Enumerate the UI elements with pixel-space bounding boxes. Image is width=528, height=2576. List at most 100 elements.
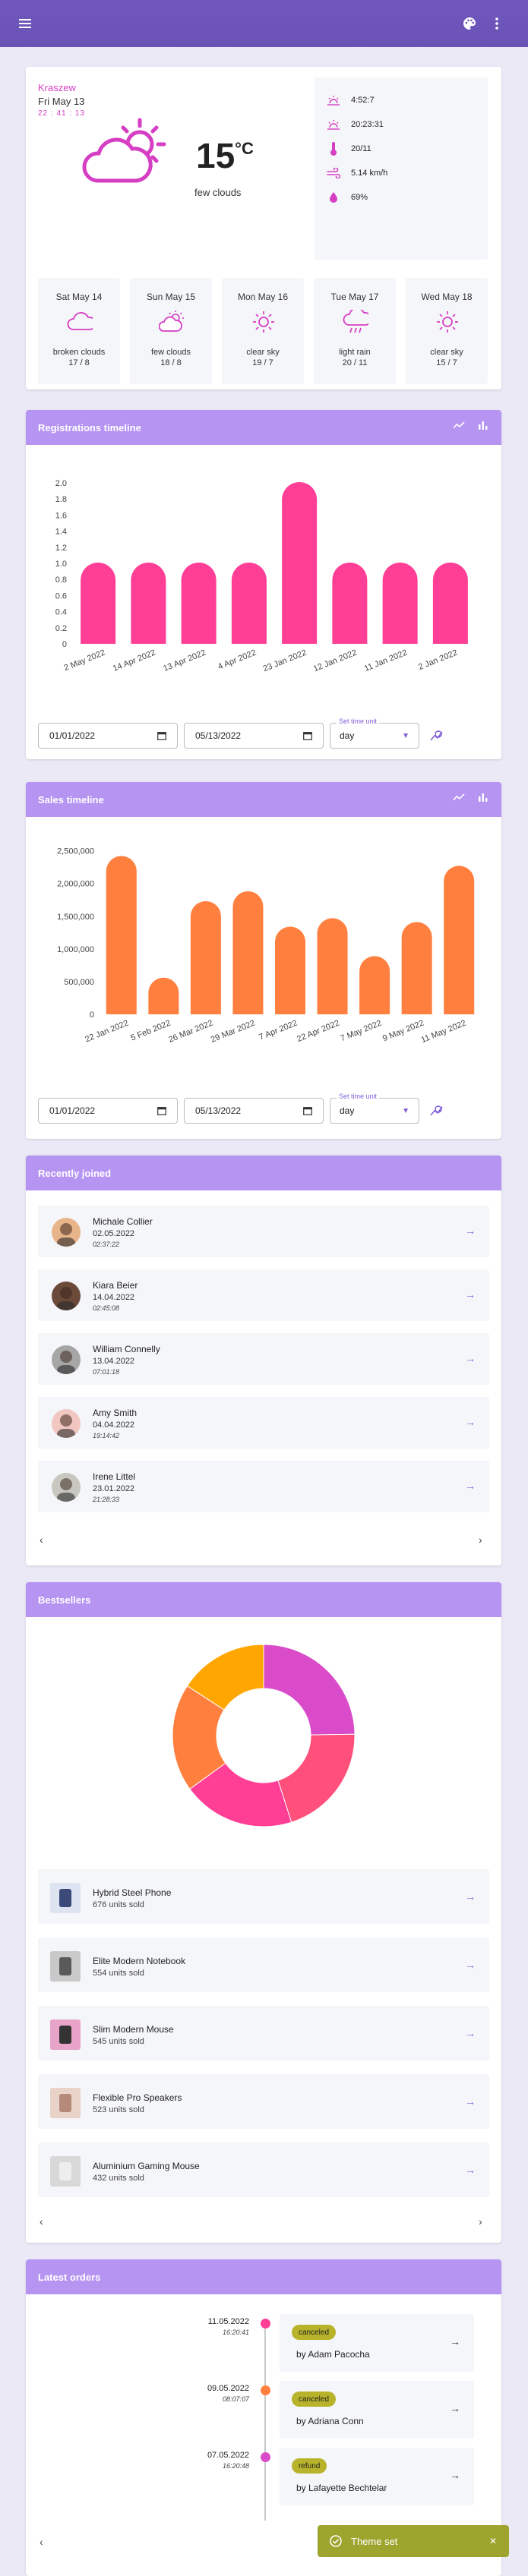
calendar-icon (157, 732, 166, 740)
sales-bar[interactable] (401, 922, 432, 1014)
sales-bar[interactable] (275, 926, 305, 1014)
prev-page-button[interactable]: ‹ (40, 1534, 43, 1546)
latest-orders-title: Latest orders (38, 2271, 101, 2283)
sales-bar[interactable] (148, 977, 179, 1014)
prev-page-button[interactable]: ‹ (40, 2536, 43, 2548)
user-join-date: 14.04.2022 (93, 1293, 135, 1302)
sales-bar[interactable] (359, 956, 390, 1014)
close-icon[interactable]: ✕ (489, 2536, 497, 2546)
product-list-item[interactable]: Hybrid Steel Phone 676 units sold → (38, 1869, 489, 1924)
sales-date-from[interactable]: 01/01/2022 (38, 1098, 178, 1124)
arrow-right-icon[interactable]: → (465, 2027, 476, 2039)
partly-cloudy-icon (159, 311, 184, 332)
sales-header: Sales timeline (26, 782, 501, 817)
donut-slice[interactable] (263, 1644, 356, 1736)
arrow-right-icon[interactable]: → (465, 2095, 476, 2108)
order-card[interactable]: canceled by Adam Pacocha → (280, 2314, 474, 2372)
forecast-temperatures: 20 / 11 (342, 358, 368, 367)
sales-x-tick-label: 5 Feb 2022 (129, 1019, 172, 1043)
sales-bar[interactable] (444, 865, 475, 1014)
wind-icon (327, 168, 340, 178)
forecast-temperatures: 15 / 7 (436, 358, 457, 367)
sunrise-value: 4:52:7 (351, 96, 375, 105)
registrations-time-unit-select[interactable]: Set time unit day ▼ (330, 717, 419, 749)
bar-chart-icon[interactable] (479, 421, 488, 430)
product-name: Aluminium Gaming Mouse (93, 2161, 200, 2171)
user-list-item[interactable]: William Connelly 13.04.2022 07:01:18 → (38, 1333, 489, 1385)
latest-orders-header: Latest orders (26, 2259, 501, 2294)
cloud-icon (67, 312, 93, 330)
registrations-bar[interactable] (282, 482, 318, 644)
user-join-time: 07:01:18 (93, 1368, 120, 1376)
order-card[interactable]: refund by Lafayette Bechtelar → (280, 2448, 474, 2505)
registrations-bar[interactable] (382, 563, 418, 644)
donut-slice[interactable] (277, 1733, 356, 1823)
next-page-button[interactable]: › (479, 2215, 482, 2228)
sales-bar[interactable] (232, 891, 264, 1014)
user-join-date: 04.04.2022 (93, 1420, 135, 1430)
arrow-right-icon[interactable]: → (450, 2335, 460, 2347)
weather-date: Fri May 13 (38, 96, 85, 107)
user-join-date: 23.01.2022 (93, 1484, 135, 1493)
timeline-dot (261, 2319, 270, 2328)
line-chart-icon[interactable] (453, 793, 465, 802)
sales-bar[interactable] (317, 918, 348, 1014)
registrations-date-to[interactable]: 05/13/2022 (184, 723, 324, 749)
line-chart-icon[interactable] (453, 421, 465, 430)
weather-card: Kraszew Fri May 13 22 : 41 : 13 15°C few… (26, 67, 501, 389)
registrations-bar[interactable] (231, 563, 267, 644)
user-list-item[interactable]: Kiara Beier 14.04.2022 02:45:08 → (38, 1269, 489, 1321)
arrow-right-icon[interactable]: → (465, 1225, 476, 1237)
user-list-item[interactable]: Irene Littel 23.01.2022 21:28:33 → (38, 1461, 489, 1512)
reset-zoom-icon[interactable] (430, 730, 444, 742)
snackbar: Theme set ✕ (318, 2525, 509, 2557)
product-list-item[interactable]: Flexible Pro Speakers 523 units sold → (38, 2074, 489, 2129)
registrations-bar[interactable] (181, 563, 217, 644)
arrow-right-icon[interactable]: → (465, 1480, 476, 1492)
sales-date-to[interactable]: 05/13/2022 (184, 1098, 324, 1124)
sales-x-tick-label: 22 Apr 2022 (296, 1019, 341, 1044)
reset-zoom-icon[interactable] (430, 1105, 444, 1117)
order-card[interactable]: canceled by Adriana Conn → (280, 2381, 474, 2439)
sales-time-unit-select[interactable]: Set time unit day ▼ (330, 1093, 419, 1124)
registrations-bar-chart: 0 0.2 0.4 0.6 0.8 1.0 1.2 1.4 1.6 1.8 2.0 2 May 202… (55, 479, 468, 674)
arrow-right-icon[interactable]: → (465, 1352, 476, 1364)
arrow-right-icon[interactable]: → (450, 2469, 460, 2481)
registrations-x-tick-label: 23 Jan 2022 (262, 648, 308, 674)
arrow-right-icon[interactable]: → (465, 2164, 476, 2176)
sunrise-icon (327, 96, 340, 106)
next-page-button[interactable]: › (479, 1534, 482, 1546)
registrations-date-from[interactable]: 01/01/2022 (38, 723, 178, 749)
registrations-x-tick-label: 14 Apr 2022 (112, 648, 157, 673)
product-list-item[interactable]: Slim Modern Mouse 545 units sold → (38, 2006, 489, 2060)
sales-bar[interactable] (106, 856, 137, 1014)
arrow-right-icon[interactable]: → (465, 1288, 476, 1301)
palette-icon[interactable] (459, 13, 480, 34)
wind-value: 5.14 km/h (351, 169, 388, 178)
registrations-bar[interactable] (81, 563, 116, 644)
avatar (52, 1282, 81, 1310)
registrations-bar[interactable] (332, 563, 368, 644)
order-time: 16:20:48 (222, 2462, 249, 2470)
prev-page-button[interactable]: ‹ (40, 2215, 43, 2228)
forecast-description: broken clouds (52, 348, 106, 357)
registrations-x-tick-label: 13 Apr 2022 (162, 648, 207, 673)
registrations-bar[interactable] (131, 563, 166, 644)
calendar-icon (303, 1107, 312, 1115)
arrow-right-icon[interactable]: → (465, 1890, 476, 1903)
forecast-day-4: Wed May 18 clear sky 15 / 7 (406, 278, 488, 384)
arrow-right-icon[interactable]: → (465, 1416, 476, 1428)
arrow-right-icon[interactable]: → (450, 2402, 460, 2414)
sun-icon (437, 311, 458, 333)
product-list-item[interactable]: Elite Modern Notebook 554 units sold → (38, 1938, 489, 1992)
user-list-item[interactable]: Michale Collier 02.05.2022 02:37:22 → (38, 1206, 489, 1257)
hamburger-menu-icon[interactable] (14, 13, 36, 34)
user-list-item[interactable]: Amy Smith 04.04.2022 19:14:42 → (38, 1397, 489, 1449)
product-list-item[interactable]: Aluminium Gaming Mouse 432 units sold → (38, 2142, 489, 2197)
more-vertical-icon[interactable] (486, 13, 507, 34)
user-join-time: 02:45:08 (93, 1304, 120, 1312)
sales-bar[interactable] (190, 900, 221, 1014)
bar-chart-icon[interactable] (479, 793, 488, 802)
arrow-right-icon[interactable]: → (465, 1959, 476, 1971)
registrations-bar[interactable] (432, 563, 468, 644)
